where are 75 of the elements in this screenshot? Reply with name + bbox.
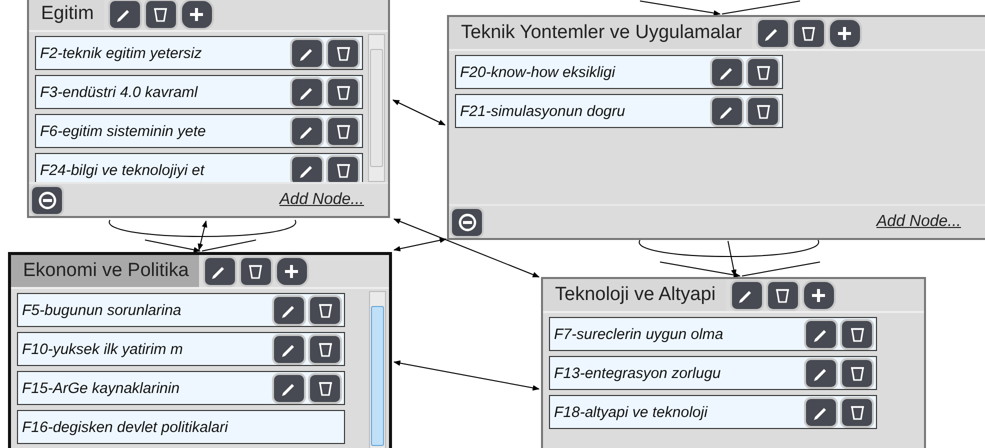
node-item[interactable]: F21-simulasyonun dogru [455,94,783,128]
node-label: F10-yuksek ilk yatirim m [22,340,184,358]
node-item[interactable]: F5-bugunun sorunlarina [17,293,345,327]
collapse-button[interactable] [452,208,482,236]
node-item[interactable]: F15-ArGe kaynaklarinin [17,371,345,405]
node-item[interactable]: F3-endüstri 4.0 kavraml [35,75,363,109]
edit-button[interactable] [806,360,836,386]
delete-button[interactable] [842,320,872,348]
connector-arrow [392,100,446,126]
node-item[interactable]: F2-teknik egitim yetersiz [35,36,363,70]
edit-button[interactable] [712,98,742,124]
edit-button[interactable] [806,320,836,348]
minus-circle-icon [458,212,476,232]
edit-button[interactable] [274,374,304,402]
node-item[interactable]: F24-bilgi ve teknolojiyi et [35,153,363,182]
node-label: F7-sureclerin uygun olma [554,326,724,342]
node-item[interactable]: F10-yuksek ilk yatirim m [17,332,345,366]
scrollbar[interactable] [369,291,386,448]
node-label: F20-know-how eksikligi [460,64,616,80]
node-item[interactable]: F6-egitim sisteminin yete [35,114,363,148]
add-button[interactable] [804,282,834,308]
edit-button[interactable] [292,78,322,106]
panel-title: Ekonomi ve Politika [11,255,199,287]
node-label: F24-bilgi ve teknolojiyi et [40,162,206,178]
delete-button[interactable] [794,20,824,46]
delete-button[interactable] [146,0,176,28]
collapse-button[interactable] [32,186,62,214]
edit-button[interactable] [732,282,762,308]
node-item[interactable]: F13-entegrasyon zorlugu [549,356,877,390]
node-label: F13-entegrasyon zorlugu [554,364,722,382]
node-item[interactable]: F16-degisken devlet politikalari [17,410,345,444]
node-item[interactable]: F20-know-how eksikligi [455,55,783,89]
edit-button[interactable] [110,0,140,28]
node-item[interactable]: F18-altyapi ve teknoloji [549,395,877,429]
node-item[interactable]: F7-sureclerin uygun olma [549,317,877,351]
add-button[interactable] [182,0,212,28]
edit-button[interactable] [806,398,836,426]
edit-button[interactable] [274,296,304,324]
delete-button[interactable] [768,282,798,308]
edit-button[interactable] [292,118,322,144]
edit-button[interactable] [712,58,742,86]
delete-button[interactable] [310,374,340,402]
delete-button[interactable] [310,296,340,324]
add-node-link[interactable]: Add Node... [280,191,364,209]
delete-button[interactable] [310,336,340,362]
delete-button[interactable] [748,58,778,86]
node-label: F2-teknik egitim yetersiz [40,44,203,62]
scrollbar[interactable] [368,34,385,182]
edit-button[interactable] [204,258,235,284]
panel-title: Teknik Yontemler ve Uygulamalar [449,17,752,49]
edit-button[interactable] [292,40,322,66]
delete-button[interactable] [328,78,358,106]
delete-button[interactable] [328,156,358,182]
delete-button[interactable] [328,118,358,144]
delete-button[interactable] [842,398,872,426]
node-label: F21-simulasyonun dogru [460,102,626,120]
panel-title: Egitim [29,0,104,30]
panel-title: Teknoloji ve Altyapi [543,279,726,311]
node-label: F6-egitim sisteminin yete [40,122,207,140]
add-button[interactable] [830,20,860,46]
edit-button[interactable] [758,20,788,46]
delete-button[interactable] [842,360,872,386]
delete-button[interactable] [240,258,271,284]
node-label: F3-endüstri 4.0 kavraml [40,84,199,100]
edit-button[interactable] [274,336,304,362]
delete-button[interactable] [748,98,778,124]
node-label: F15-ArGe kaynaklarinin [22,380,181,396]
delete-button[interactable] [328,40,358,66]
minus-circle-icon [38,190,56,210]
add-node-link[interactable]: Add Node... [876,213,961,231]
node-label: F16-degisken devlet politikalari [22,418,230,436]
edit-button[interactable] [292,156,322,182]
node-label: F18-altyapi ve teknoloji [554,404,709,420]
node-label: F5-bugunun sorunlarina [22,302,182,318]
add-button[interactable] [276,258,307,284]
